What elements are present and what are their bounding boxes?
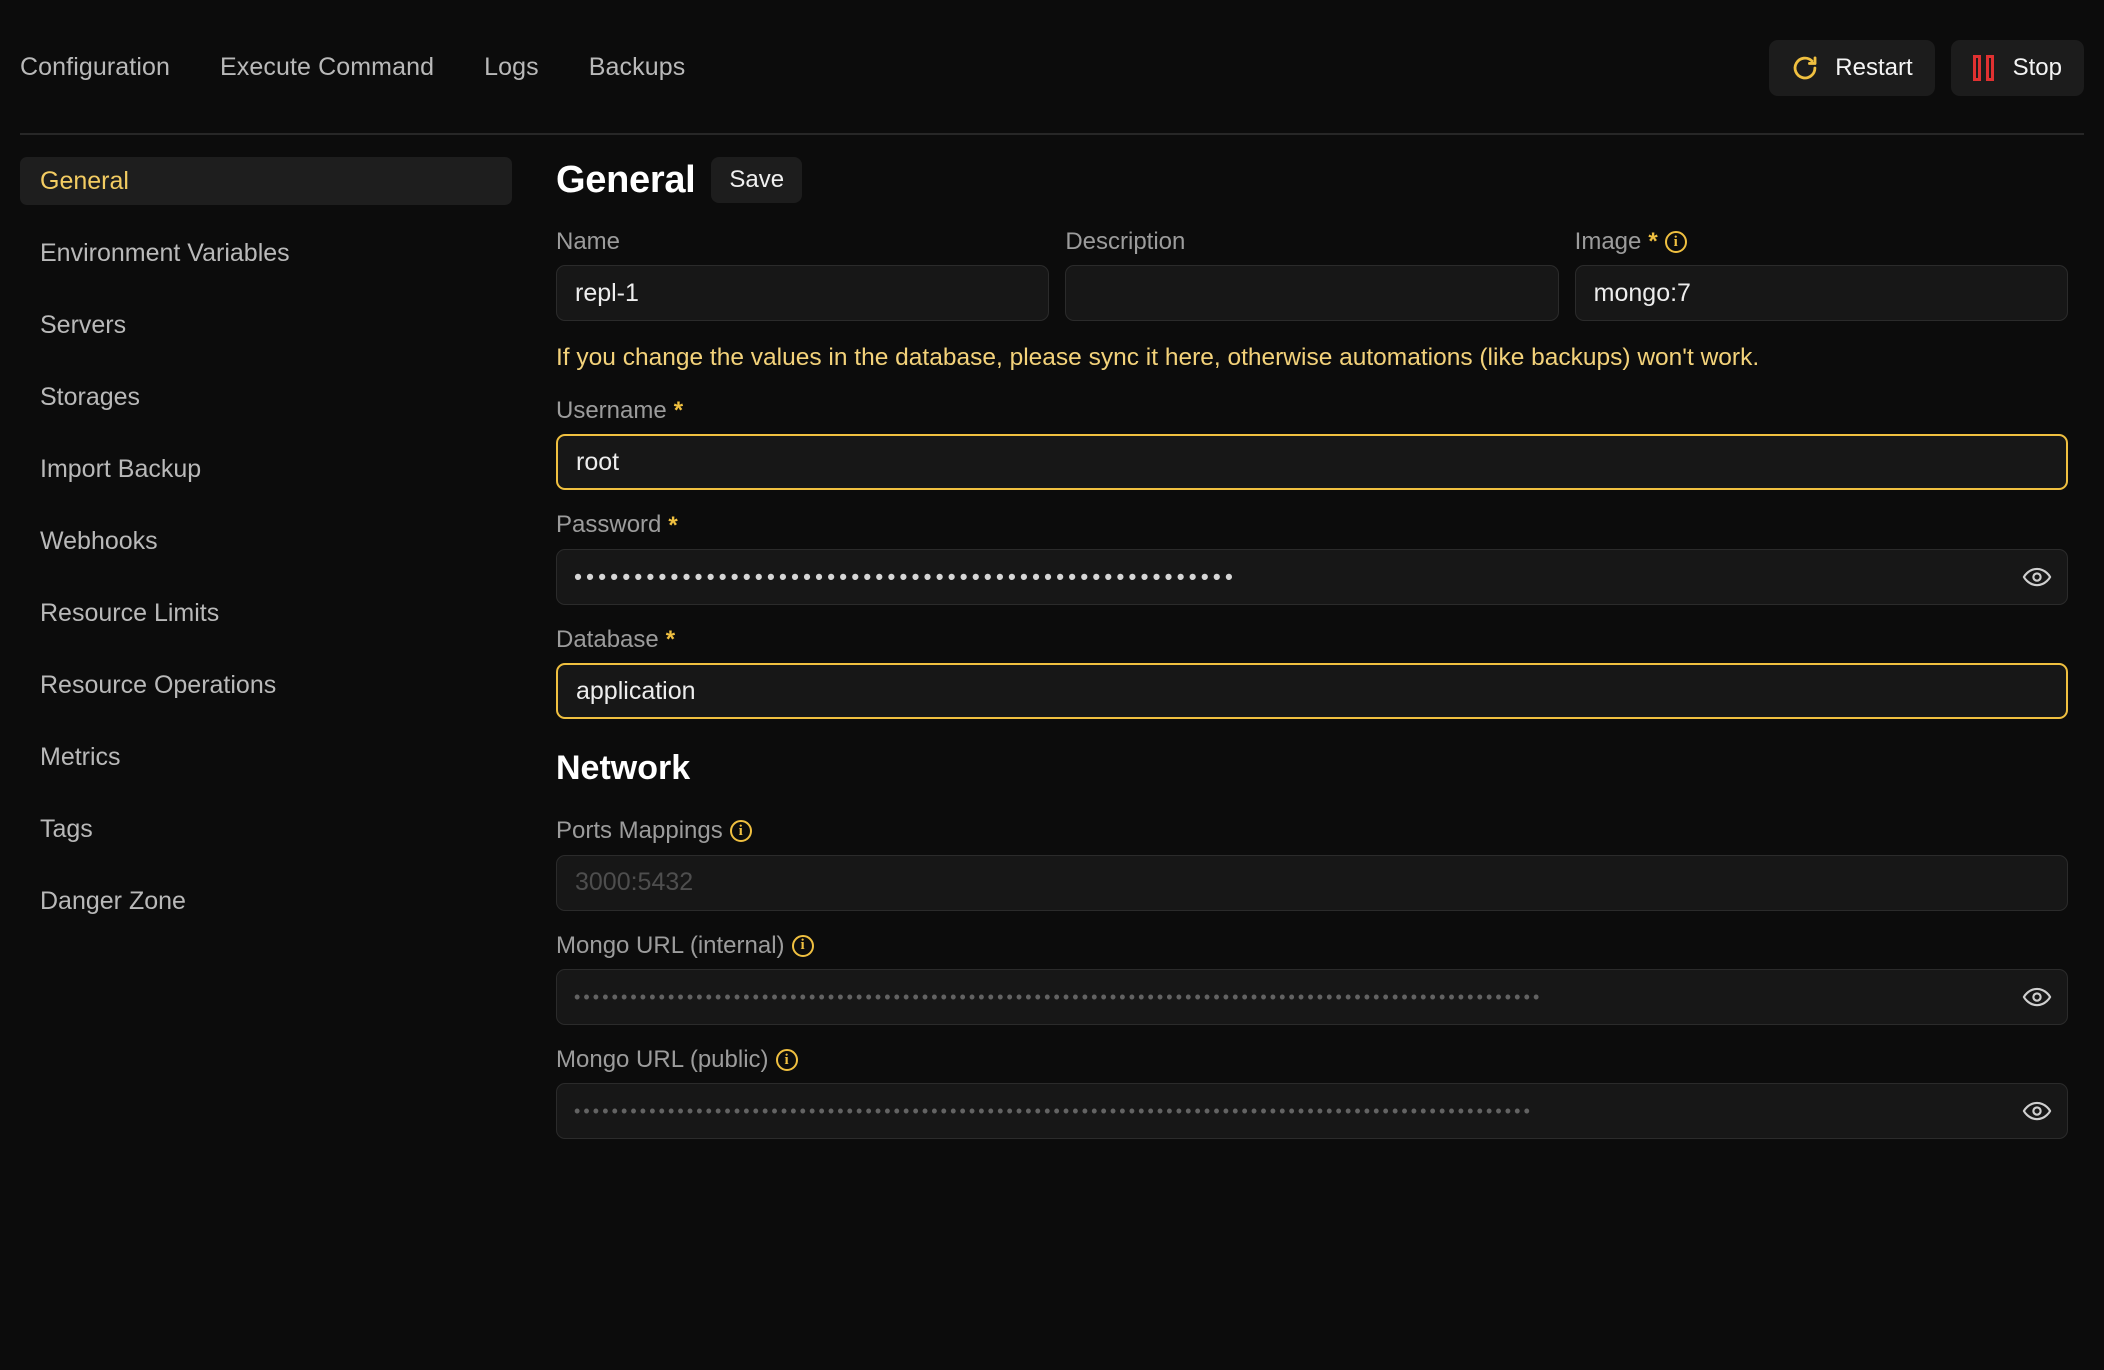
password-label: Password * bbox=[556, 511, 2068, 539]
description-field-group: Description bbox=[1065, 228, 1559, 322]
tab-list: Configuration Execute Command Logs Backu… bbox=[20, 55, 685, 80]
mongo-url-internal-input[interactable] bbox=[556, 968, 2068, 1025]
top-bar: Configuration Execute Command Logs Backu… bbox=[0, 0, 2104, 135]
name-label: Name bbox=[556, 228, 1049, 255]
description-label: Description bbox=[1065, 228, 1558, 255]
database-label-text: Database bbox=[556, 625, 659, 653]
sidebar-item-label: Webhooks bbox=[40, 526, 158, 555]
sidebar-item-servers[interactable]: Servers bbox=[20, 301, 512, 349]
mongo-url-public-input-wrapper: ••••••••••••••••••••••••••••••••••••••••… bbox=[556, 1083, 2068, 1140]
pause-icon bbox=[1972, 54, 1997, 81]
image-label-text: Image bbox=[1574, 228, 1642, 255]
image-input[interactable] bbox=[1574, 265, 2068, 322]
sidebar-item-label: Tags bbox=[40, 814, 93, 843]
sidebar-item-label: Import Backup bbox=[40, 454, 202, 483]
ports-mappings-label-text: Ports Mappings bbox=[556, 817, 723, 845]
sync-warning-text: If you change the values in the database… bbox=[556, 344, 1760, 372]
required-asterisk: * bbox=[668, 511, 678, 539]
description-input[interactable] bbox=[1065, 265, 1559, 322]
sidebar-item-storages[interactable]: Storages bbox=[20, 373, 512, 421]
info-icon[interactable]: i bbox=[1664, 231, 1687, 254]
identity-fields-row: Name Description Image * i bbox=[556, 228, 2068, 322]
header-divider bbox=[20, 133, 2084, 135]
page-layout: General Environment Variables Servers St… bbox=[0, 135, 2104, 1161]
password-label-text: Password bbox=[556, 511, 662, 539]
rotate-cw-icon bbox=[1791, 54, 1819, 82]
sidebar-item-webhooks[interactable]: Webhooks bbox=[20, 517, 512, 565]
sidebar-item-environment-variables[interactable]: Environment Variables bbox=[20, 229, 512, 277]
required-asterisk: * bbox=[1648, 228, 1658, 256]
tab-logs[interactable]: Logs bbox=[484, 55, 539, 80]
password-input-wrapper: ••••••••••••••••••••••••••••••••••••••••… bbox=[556, 548, 2068, 605]
stop-button[interactable]: Stop bbox=[1950, 39, 2084, 96]
mongo-url-internal-reveal-button[interactable] bbox=[2022, 982, 2052, 1012]
topbar-actions: Restart Stop bbox=[1769, 39, 2084, 96]
sidebar-item-import-backup[interactable]: Import Backup bbox=[20, 445, 512, 493]
settings-main-panel: General Save Name Description Image * bbox=[532, 157, 2104, 1161]
username-input[interactable] bbox=[556, 434, 2068, 491]
mongo-url-internal-input-wrapper: ••••••••••••••••••••••••••••••••••••••••… bbox=[556, 968, 2068, 1025]
eye-icon bbox=[2022, 562, 2052, 592]
sidebar-item-danger-zone[interactable]: Danger Zone bbox=[20, 877, 512, 925]
sidebar-item-general[interactable]: General bbox=[20, 157, 512, 205]
page-title: General bbox=[556, 158, 696, 201]
description-label-text: Description bbox=[1065, 228, 1186, 255]
eye-icon bbox=[2022, 1096, 2052, 1126]
settings-sidebar: General Environment Variables Servers St… bbox=[0, 157, 532, 1161]
sidebar-item-label: Danger Zone bbox=[40, 886, 186, 915]
mongo-url-public-label-text: Mongo URL (public) bbox=[556, 1045, 769, 1073]
sidebar-item-label: General bbox=[40, 166, 129, 195]
sidebar-item-resource-limits[interactable]: Resource Limits bbox=[20, 589, 512, 637]
mongo-url-public-reveal-button[interactable] bbox=[2022, 1096, 2052, 1126]
tab-execute-command[interactable]: Execute Command bbox=[220, 55, 434, 80]
mongo-url-internal-label: Mongo URL (internal) i bbox=[556, 931, 2068, 959]
sidebar-item-resource-operations[interactable]: Resource Operations bbox=[20, 661, 512, 709]
sidebar-item-metrics[interactable]: Metrics bbox=[20, 733, 512, 781]
sidebar-item-label: Resource Operations bbox=[40, 670, 277, 699]
sidebar-item-label: Metrics bbox=[40, 742, 121, 771]
tab-backups[interactable]: Backups bbox=[589, 55, 686, 80]
mongo-url-internal-field-group: Mongo URL (internal) i •••••••••••••••••… bbox=[556, 931, 2068, 1025]
database-field-group: Database * bbox=[556, 625, 2068, 720]
required-asterisk: * bbox=[665, 625, 676, 653]
name-label-text: Name bbox=[556, 228, 621, 255]
restart-button-label: Restart bbox=[1835, 53, 1913, 81]
mongo-url-public-label: Mongo URL (public) i bbox=[556, 1045, 2068, 1073]
database-input[interactable] bbox=[556, 663, 2068, 720]
required-asterisk: * bbox=[673, 397, 684, 425]
username-field-group: Username * bbox=[556, 397, 2068, 491]
username-label-text: Username bbox=[556, 397, 667, 425]
database-label: Database * bbox=[556, 625, 2068, 653]
save-button[interactable]: Save bbox=[711, 157, 803, 203]
info-icon[interactable]: i bbox=[791, 934, 814, 957]
ports-mappings-input[interactable] bbox=[556, 854, 2068, 911]
sidebar-item-tags[interactable]: Tags bbox=[20, 805, 512, 853]
image-field-group: Image * i bbox=[1574, 228, 2068, 322]
username-label: Username * bbox=[556, 397, 2068, 425]
name-input[interactable] bbox=[556, 265, 1050, 322]
ports-mappings-field-group: Ports Mappings i bbox=[556, 817, 2068, 911]
mongo-url-public-input[interactable] bbox=[556, 1083, 2068, 1140]
stop-button-label: Stop bbox=[2012, 53, 2062, 81]
image-label: Image * i bbox=[1574, 228, 2068, 256]
password-reveal-button[interactable] bbox=[2022, 562, 2052, 592]
restart-button[interactable]: Restart bbox=[1769, 39, 1935, 96]
ports-mappings-label: Ports Mappings i bbox=[556, 817, 2068, 845]
network-section-title: Network bbox=[556, 749, 691, 788]
general-section-header: General Save bbox=[556, 157, 2068, 203]
sidebar-item-label: Environment Variables bbox=[40, 238, 290, 267]
password-field-group: Password * •••••••••••••••••••••••••••••… bbox=[556, 511, 2068, 605]
eye-icon bbox=[2022, 982, 2052, 1012]
password-input[interactable] bbox=[556, 548, 2068, 605]
sidebar-item-label: Storages bbox=[40, 382, 141, 411]
tab-configuration[interactable]: Configuration bbox=[20, 55, 170, 80]
info-icon[interactable]: i bbox=[729, 820, 752, 843]
mongo-url-public-field-group: Mongo URL (public) i •••••••••••••••••••… bbox=[556, 1045, 2068, 1140]
name-field-group: Name bbox=[556, 228, 1050, 322]
mongo-url-internal-label-text: Mongo URL (internal) bbox=[556, 931, 785, 959]
sidebar-item-label: Servers bbox=[40, 310, 127, 339]
sidebar-item-label: Resource Limits bbox=[40, 598, 220, 627]
info-icon[interactable]: i bbox=[775, 1049, 798, 1072]
